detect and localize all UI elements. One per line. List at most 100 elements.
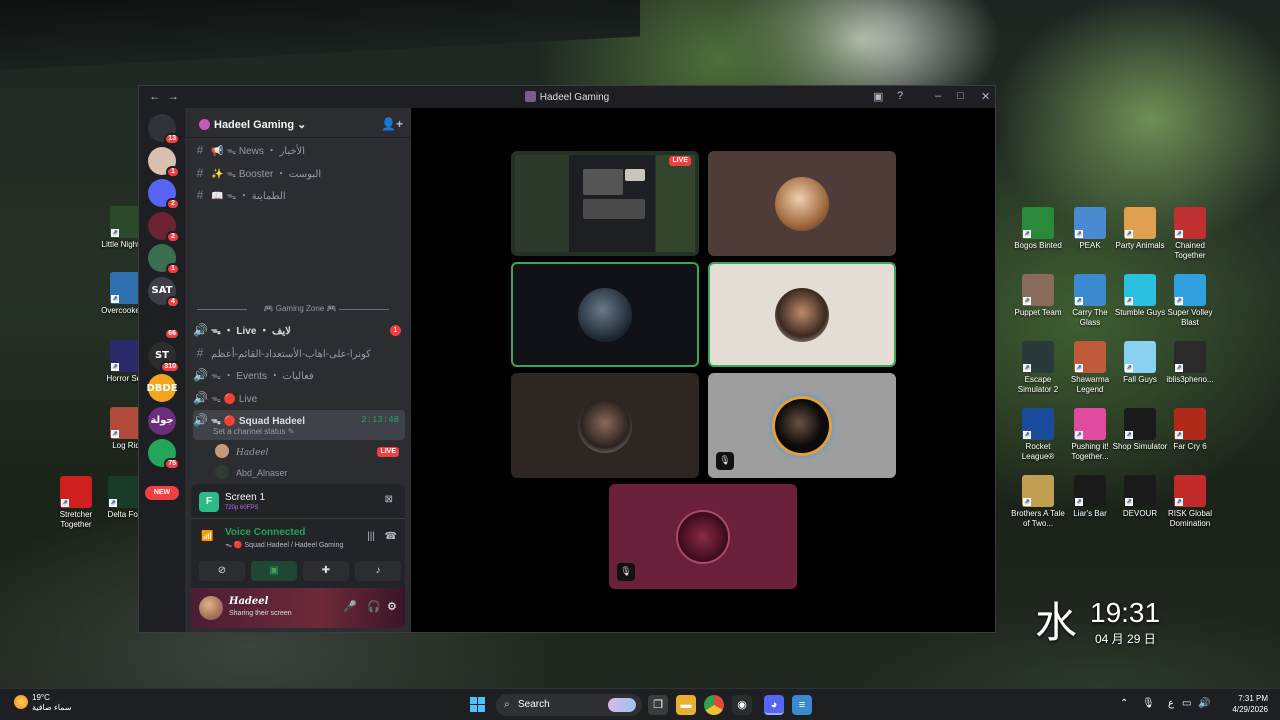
desktop-shortcut-right-21[interactable]: ↗ Brothers A Tale of Two... xyxy=(1010,475,1066,529)
signal-icon[interactable]: 📶 xyxy=(201,531,213,542)
server-icon-3[interactable]: 2 xyxy=(148,211,180,243)
channel-channels2-1[interactable]: # كونرا-على-اهاب-الأستعداد-القائم-أعظم xyxy=(193,343,405,363)
desktop-shortcut-right-16[interactable]: ↗ Rocket League® xyxy=(1010,408,1066,462)
desktop-shortcut-right-1[interactable]: ↗ Bogos Binted xyxy=(1010,207,1066,251)
discord-icon[interactable]: ◕ xyxy=(764,695,784,715)
channel-status[interactable]: Set a channel status ✎ xyxy=(213,426,294,438)
desktop-shortcut-right-11[interactable]: ↗ Escape Simulator 2 xyxy=(1010,341,1066,395)
steam-icon[interactable]: ◉ xyxy=(732,695,752,715)
desktop-shortcut-right-4[interactable]: ↗ Chained Together xyxy=(1162,207,1218,261)
voice-user-1[interactable]: Abd_Alnaser xyxy=(215,463,403,483)
window-title: Hadeel Gaming xyxy=(539,92,610,103)
channel-channels-1[interactable]: # ✨ ᯓ Booster ・ البوست xyxy=(193,163,405,183)
server-header[interactable]: Hadeel Gaming ⌄ 👤+ xyxy=(185,108,411,138)
app-icon: ↗ xyxy=(1124,341,1156,373)
server-icon-2[interactable]: 2 xyxy=(148,179,180,210)
new-badge[interactable]: NEW xyxy=(145,486,179,500)
desktop-shortcut-right-3[interactable]: ↗ Party Animals xyxy=(1112,207,1168,251)
channel-channels-0[interactable]: # 📢 ᯓ News ・ الأخبار xyxy=(193,140,405,160)
minimize-icon[interactable]: – xyxy=(935,90,941,102)
mention-badge: 13 xyxy=(164,133,180,145)
server-icon-10[interactable]: 75 xyxy=(148,439,180,470)
desktop-shortcut-right-2[interactable]: ↗ PEAK xyxy=(1062,207,1118,251)
close-icon[interactable]: ✕ xyxy=(981,90,990,103)
desktop-shortcut-right-7[interactable]: ↗ Carry The Glass xyxy=(1062,274,1118,328)
screen-share-icon: F xyxy=(199,492,219,512)
inbox-icon[interactable]: ▣ xyxy=(873,90,883,103)
tile-participant-7[interactable]: 🎙 xyxy=(609,484,797,589)
server-icon-8[interactable]: DBDE xyxy=(146,374,178,402)
clock-date: 04 月 29 日 xyxy=(1095,632,1156,646)
maximize-icon[interactable]: □ xyxy=(957,90,964,102)
desktop-shortcut-right-12[interactable]: ↗ Shawarma Legend xyxy=(1062,341,1118,395)
desktop-shortcut-right-13[interactable]: ↗ Fall Guys xyxy=(1112,341,1168,385)
language-indicator[interactable]: ع xyxy=(1168,698,1174,709)
disconnect-icon[interactable]: ☎ xyxy=(385,531,397,542)
desktop-shortcut-right-22[interactable]: ↗ Liar's Bar xyxy=(1062,475,1118,519)
channel-channels2-0[interactable]: 🔊 ᯓ ・ Live ・ لايف 1 xyxy=(193,320,405,340)
chevron-up-icon[interactable]: ⌃ xyxy=(1120,698,1128,709)
channel-squad-hadeel[interactable]: 🔊 ᯓ 🔴 Squad Hadeel 2:13:48 Set a channel … xyxy=(193,410,405,440)
mention-badge: 310 xyxy=(160,360,180,373)
voice-connected-label[interactable]: Voice Connected xyxy=(225,527,305,538)
shortcut-label: RISK Global Domination xyxy=(1167,509,1213,528)
help-icon[interactable]: ? xyxy=(897,90,903,102)
notepad-icon[interactable]: ≡ xyxy=(792,695,812,715)
desktop-shortcut-right-9[interactable]: ↗ Super Volley Blast xyxy=(1162,274,1218,328)
tile-participant-5[interactable] xyxy=(511,373,699,478)
activities-button[interactable]: ✚ xyxy=(303,561,349,581)
microphone-icon[interactable]: 🎙 xyxy=(1142,698,1155,709)
tile-participant-4[interactable] xyxy=(708,262,896,367)
desktop-shortcut-right-6[interactable]: ↗ Puppet Team xyxy=(1010,274,1066,318)
desktop-shortcut-right-14[interactable]: ↗ iblis3pheno... xyxy=(1162,341,1218,385)
headphones-icon[interactable]: 🎧 xyxy=(367,600,381,613)
channel-channels-2[interactable]: # 📖 ᯓ ・ الطماينة xyxy=(193,185,405,205)
soundboard-button[interactable]: ♪ xyxy=(355,561,401,581)
server-icon-5[interactable]: SAT 4 xyxy=(148,276,180,308)
file-explorer-icon[interactable]: ▬ xyxy=(676,695,696,715)
noise-suppression-icon[interactable]: ||| xyxy=(367,531,375,542)
app-icon: ↗ xyxy=(1074,274,1106,306)
settings-gear-icon[interactable]: ⚙ xyxy=(387,600,397,613)
voice-user-0[interactable]: Hadeel LIVE xyxy=(215,442,403,462)
desktop-shortcut-right-24[interactable]: ↗ RISK Global Domination xyxy=(1162,475,1218,529)
add-member-icon[interactable]: 👤+ xyxy=(381,117,403,131)
desktop-shortcut-right-19[interactable]: ↗ Far Cry 6 xyxy=(1162,408,1218,452)
weather-widget[interactable]: 19°C سماء صافية xyxy=(14,693,72,713)
server-icon-4[interactable]: 1 xyxy=(148,244,180,275)
channel-channels2-2[interactable]: 🔊 ᯓ ・ Events ・ فعاليات xyxy=(193,365,405,385)
voice-timer: 2:13:48 xyxy=(361,415,399,425)
desktop-shortcut-right-17[interactable]: ↗ Pushing it! Together... xyxy=(1062,408,1118,462)
category-gaming-zone[interactable]: 🎮 Gaming Zone 🎮 xyxy=(197,303,403,315)
server-icon-6[interactable]: 66 xyxy=(148,309,180,340)
tile-participant-2[interactable] xyxy=(708,151,896,256)
channel-name: ✨ ᯓ Booster ・ البوست xyxy=(211,168,322,180)
chrome-icon[interactable] xyxy=(704,695,724,715)
desktop-shortcut-right-23[interactable]: ↗ DEVOUR xyxy=(1112,475,1168,519)
stop-share-icon[interactable]: ⊠ xyxy=(385,494,393,505)
server-icon-7[interactable]: ST 310 xyxy=(148,341,180,373)
desktop-shortcut-right-18[interactable]: ↗ Shop Simulator xyxy=(1112,408,1168,452)
stream-tile-hadeel[interactable]: LIVE xyxy=(511,151,699,256)
mention-badge: 2 xyxy=(166,230,180,243)
channel-channels2-3[interactable]: 🔊 ᯓ 🔴 Live xyxy=(193,388,405,408)
voice-location[interactable]: ᯓ 🔴 Squad Hadeel / Hadeel Gaming xyxy=(225,541,343,550)
taskbar-search[interactable]: ⌕ Search xyxy=(496,694,642,716)
server-icon-9[interactable]: جولة xyxy=(148,406,176,435)
share-screen-button[interactable]: ▣ xyxy=(251,561,297,581)
tile-participant-6[interactable]: 🎙 xyxy=(708,373,896,478)
desktop-shortcut-right-8[interactable]: ↗ Stumble Guys xyxy=(1112,274,1168,318)
network-icon[interactable]: ▭ xyxy=(1182,698,1191,709)
speaker-icon: 🔊 xyxy=(193,368,208,382)
volume-icon[interactable]: 🔊 xyxy=(1198,698,1210,709)
start-button[interactable] xyxy=(470,697,486,713)
task-view-icon[interactable]: ❐ xyxy=(648,695,668,715)
taskbar-clock[interactable]: 7:31 PM 4/29/2026 xyxy=(1222,693,1268,715)
camera-off-button[interactable]: ⊘ xyxy=(199,561,245,581)
shortcut-arrow-icon: ↗ xyxy=(1023,364,1031,372)
tile-participant-3[interactable] xyxy=(511,262,699,367)
server-icon-0[interactable]: 13 xyxy=(148,114,180,145)
avatar[interactable] xyxy=(199,596,223,620)
server-icon-1[interactable]: 1 xyxy=(148,146,180,178)
microphone-icon[interactable]: 🎤 xyxy=(343,600,357,613)
